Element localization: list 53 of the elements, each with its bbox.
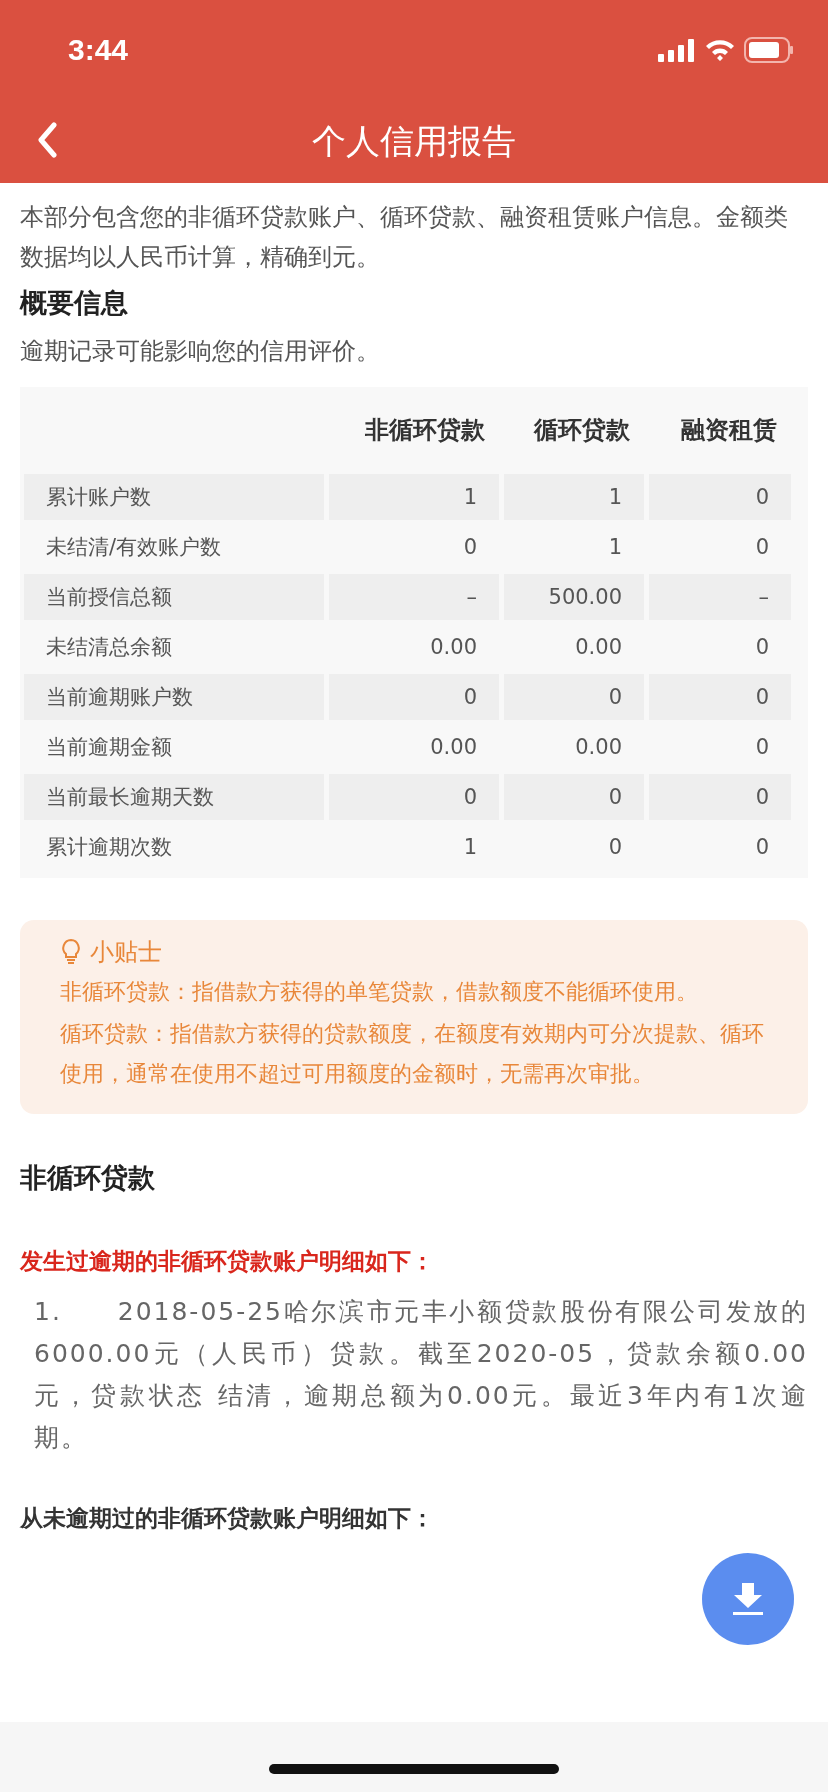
table-cell-text: 0.00 xyxy=(574,634,623,661)
table-cell-text: 0.00 xyxy=(429,634,478,661)
row-label: 当前逾期账户数 xyxy=(24,674,324,720)
row-label: 当前最长逾期天数 xyxy=(24,774,324,820)
table-cell: – xyxy=(649,574,791,620)
page-title: 个人信用报告 xyxy=(312,119,516,163)
row-label: 未结清总余额 xyxy=(45,634,173,661)
table-cell-text: 0 xyxy=(754,634,770,661)
table-cell: 0 xyxy=(649,474,791,520)
column-header: 非循环贷款 xyxy=(364,414,486,446)
section-heading: 概要信息 xyxy=(20,286,129,320)
back-icon[interactable] xyxy=(36,122,58,158)
table-cell: 0 xyxy=(329,674,499,720)
battery-icon xyxy=(744,37,794,63)
table-cell-text: 0 xyxy=(462,534,478,561)
column-header: 融资租赁 xyxy=(680,414,778,446)
lightbulb-icon xyxy=(60,938,82,966)
tip-text: 非循环贷款：指借款方获得的单笔贷款，借款额度不能循环使用。 xyxy=(60,978,699,1006)
table-cell: 1 xyxy=(329,474,499,520)
table-cell-text: 0 xyxy=(607,834,623,861)
clean-title: 从未逾期过的非循环贷款账户明细如下： xyxy=(20,1504,435,1533)
table-cell-text: 1 xyxy=(607,534,623,561)
table-cell-text: 0 xyxy=(754,834,770,861)
table-cell: 500.00 xyxy=(504,574,644,620)
table-cell: 0 xyxy=(649,774,791,820)
table-cell-text: 0.00 xyxy=(429,734,478,761)
table-cell-text: 0 xyxy=(754,734,770,761)
table-cell-text: 0.00 xyxy=(574,734,623,761)
intro-text: 本部分包含您的非循环贷款账户、循环贷款、融资租赁账户信息。金额类数据均以人民币计算，精确到元。 xyxy=(20,202,789,273)
section-heading: 非循环贷款 xyxy=(20,1161,156,1195)
tips-title: 小贴士 xyxy=(90,937,162,968)
wifi-icon xyxy=(704,38,736,62)
signal-icon xyxy=(658,38,696,62)
table-cell-text: 0 xyxy=(754,534,770,561)
table-cell: 0 xyxy=(329,774,499,820)
table-cell: 1 xyxy=(504,474,644,520)
row-label: 未结清/有效账户数 xyxy=(45,534,223,561)
tip-text: 循环贷款：指借款方获得的贷款额度，在额度有效期内可分次提款、循环使用，通常在使用不超过可用额度的金额时，无需再次审批。 xyxy=(60,1020,765,1088)
row-label: 累计逾期次数 xyxy=(45,834,173,861)
table-cell: 0 xyxy=(504,674,644,720)
overdue-title: 发生过逾期的非循环贷款账户明细如下： xyxy=(20,1247,435,1276)
loan-detail-text: 1. 2018-05-25哈尔滨市元丰小额贷款股份有限公司发放的6000.00元（人民币）贷款。截至2020-05，贷款余额0.00元，贷款状态 结清，逾期总额为0.00元。最近3年内有1次逾期。 xyxy=(33,1296,808,1454)
column-header: 循环贷款 xyxy=(532,414,631,446)
row-label: 累计账户数 xyxy=(24,474,324,520)
row-label: 当前授信总额 xyxy=(24,574,324,620)
row-label: 当前逾期金额 xyxy=(45,734,173,761)
summary-note: 逾期记录可能影响您的信用评价。 xyxy=(20,336,381,367)
table-cell: 0 xyxy=(504,774,644,820)
table-cell-text: 1 xyxy=(462,834,478,861)
table-cell: – xyxy=(329,574,499,620)
download-icon xyxy=(731,1581,765,1617)
status-time: 3:44 xyxy=(68,33,129,67)
table-cell: 0 xyxy=(649,674,791,720)
